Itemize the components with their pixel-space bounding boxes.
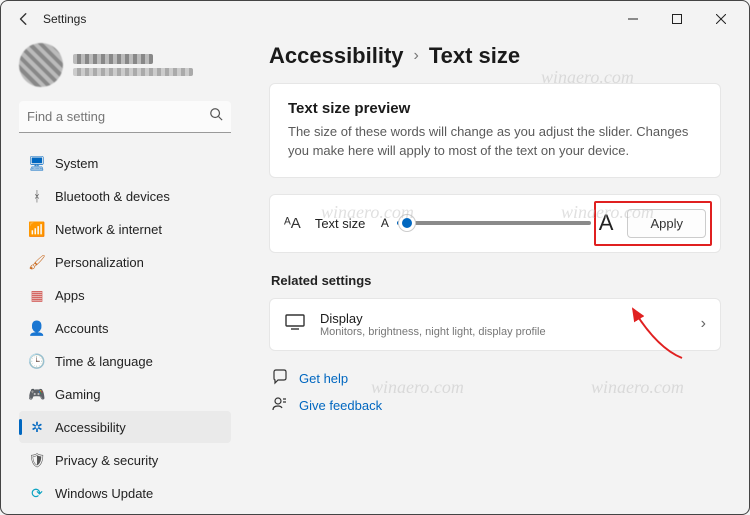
avatar xyxy=(19,43,63,87)
sidebar-item-gaming[interactable]: 🎮 Gaming xyxy=(19,378,231,410)
apps-icon: ▦ xyxy=(29,287,45,303)
text-size-slider[interactable] xyxy=(397,221,591,225)
time-language-icon: 🕒 xyxy=(29,353,45,369)
text-size-preview-card: Text size preview The size of these word… xyxy=(269,83,721,178)
privacy-security-icon: 🛡 xyxy=(29,452,45,468)
display-row-subtitle: Monitors, brightness, night light, displ… xyxy=(320,326,687,338)
bluetooth-devices-icon: ᚼ xyxy=(29,188,45,204)
get-help-link[interactable]: Get help xyxy=(271,369,721,388)
sidebar-item-label: Accessibility xyxy=(55,420,126,435)
related-settings-heading: Related settings xyxy=(271,273,721,288)
settings-window: Settings 🖥 System ᚼ Bluetooth & devices 📶 xyxy=(0,0,750,515)
give-feedback-label: Give feedback xyxy=(299,398,382,413)
sidebar-item-time-language[interactable]: 🕒 Time & language xyxy=(19,345,231,377)
preview-title: Text size preview xyxy=(288,100,702,117)
sidebar-item-windows-update[interactable]: ⟳ Windows Update xyxy=(19,477,231,509)
search-box[interactable] xyxy=(19,101,231,133)
display-setting-row[interactable]: Display Monitors, brightness, night ligh… xyxy=(269,298,721,351)
profile-name-redacted xyxy=(73,54,153,64)
sidebar-item-label: Personalization xyxy=(55,255,144,270)
sidebar-item-bluetooth-devices[interactable]: ᚼ Bluetooth & devices xyxy=(19,180,231,212)
sidebar-item-label: Bluetooth & devices xyxy=(55,189,170,204)
display-icon xyxy=(284,314,306,335)
sidebar-item-label: Privacy & security xyxy=(55,453,158,468)
sidebar-item-network-internet[interactable]: 📶 Network & internet xyxy=(19,213,231,245)
sidebar-item-system[interactable]: 🖥 System xyxy=(19,147,231,179)
help-icon xyxy=(271,369,289,388)
app-title: Settings xyxy=(43,12,86,26)
slider-wrap: A A xyxy=(381,210,614,236)
feedback-icon xyxy=(271,396,289,415)
get-help-label: Get help xyxy=(299,371,348,386)
breadcrumb: Accessibility › Text size xyxy=(269,43,721,69)
sidebar-item-label: Apps xyxy=(55,288,85,303)
sidebar-item-personalization[interactable]: 🖌 Personalization xyxy=(19,246,231,278)
breadcrumb-parent[interactable]: Accessibility xyxy=(269,43,404,69)
network-internet-icon: 📶 xyxy=(29,221,45,237)
chevron-right-icon: › xyxy=(701,315,706,333)
chevron-right-icon: › xyxy=(414,47,419,65)
sidebar-item-label: Time & language xyxy=(55,354,153,369)
sidebar-item-apps[interactable]: ▦ Apps xyxy=(19,279,231,311)
preview-body: The size of these words will change as y… xyxy=(288,123,702,161)
sidebar-item-label: Accounts xyxy=(55,321,108,336)
slider-thumb[interactable] xyxy=(399,215,415,231)
back-arrow-icon xyxy=(17,12,31,26)
windows-update-icon: ⟳ xyxy=(29,485,45,501)
sidebar-item-label: System xyxy=(55,156,98,171)
close-button[interactable] xyxy=(699,4,743,34)
slider-label: Text size xyxy=(315,216,367,231)
sidebar-item-accessibility[interactable]: ✲ Accessibility xyxy=(19,411,231,443)
give-feedback-link[interactable]: Give feedback xyxy=(271,396,721,415)
slider-max-label: A xyxy=(599,210,614,236)
sidebar-item-privacy-security[interactable]: 🛡 Privacy & security xyxy=(19,444,231,476)
text-size-icon: ᴬA xyxy=(284,215,301,232)
gaming-icon: 🎮 xyxy=(29,386,45,402)
minimize-button[interactable] xyxy=(611,4,655,34)
personalization-icon: 🖌 xyxy=(29,254,45,270)
system-icon: 🖥 xyxy=(29,155,45,171)
sidebar-nav: 🖥 System ᚼ Bluetooth & devices 📶 Network & in… xyxy=(19,147,231,509)
profile-email-redacted xyxy=(73,68,193,76)
sidebar: 🖥 System ᚼ Bluetooth & devices 📶 Network & in… xyxy=(1,37,241,514)
profile-block[interactable] xyxy=(19,43,231,87)
maximize-button[interactable] xyxy=(655,4,699,34)
main-content: Accessibility › Text size Text size prev… xyxy=(241,37,749,514)
search-input[interactable] xyxy=(27,109,209,124)
sidebar-item-label: Network & internet xyxy=(55,222,162,237)
display-row-title: Display xyxy=(320,311,687,326)
minimize-icon xyxy=(628,14,638,24)
sidebar-item-label: Windows Update xyxy=(55,486,153,501)
help-links: Get help Give feedback xyxy=(269,369,721,415)
titlebar: Settings xyxy=(1,1,749,37)
sidebar-item-label: Gaming xyxy=(55,387,101,402)
accessibility-icon: ✲ xyxy=(29,419,45,435)
text-size-slider-card: ᴬA Text size A A Apply xyxy=(269,194,721,253)
maximize-icon xyxy=(672,14,682,24)
breadcrumb-current: Text size xyxy=(429,43,520,69)
close-icon xyxy=(716,14,726,24)
sidebar-item-accounts[interactable]: 👤 Accounts xyxy=(19,312,231,344)
apply-button[interactable]: Apply xyxy=(627,209,706,238)
search-icon xyxy=(209,107,223,126)
slider-min-label: A xyxy=(381,216,389,230)
accounts-icon: 👤 xyxy=(29,320,45,336)
back-button[interactable] xyxy=(11,6,37,32)
